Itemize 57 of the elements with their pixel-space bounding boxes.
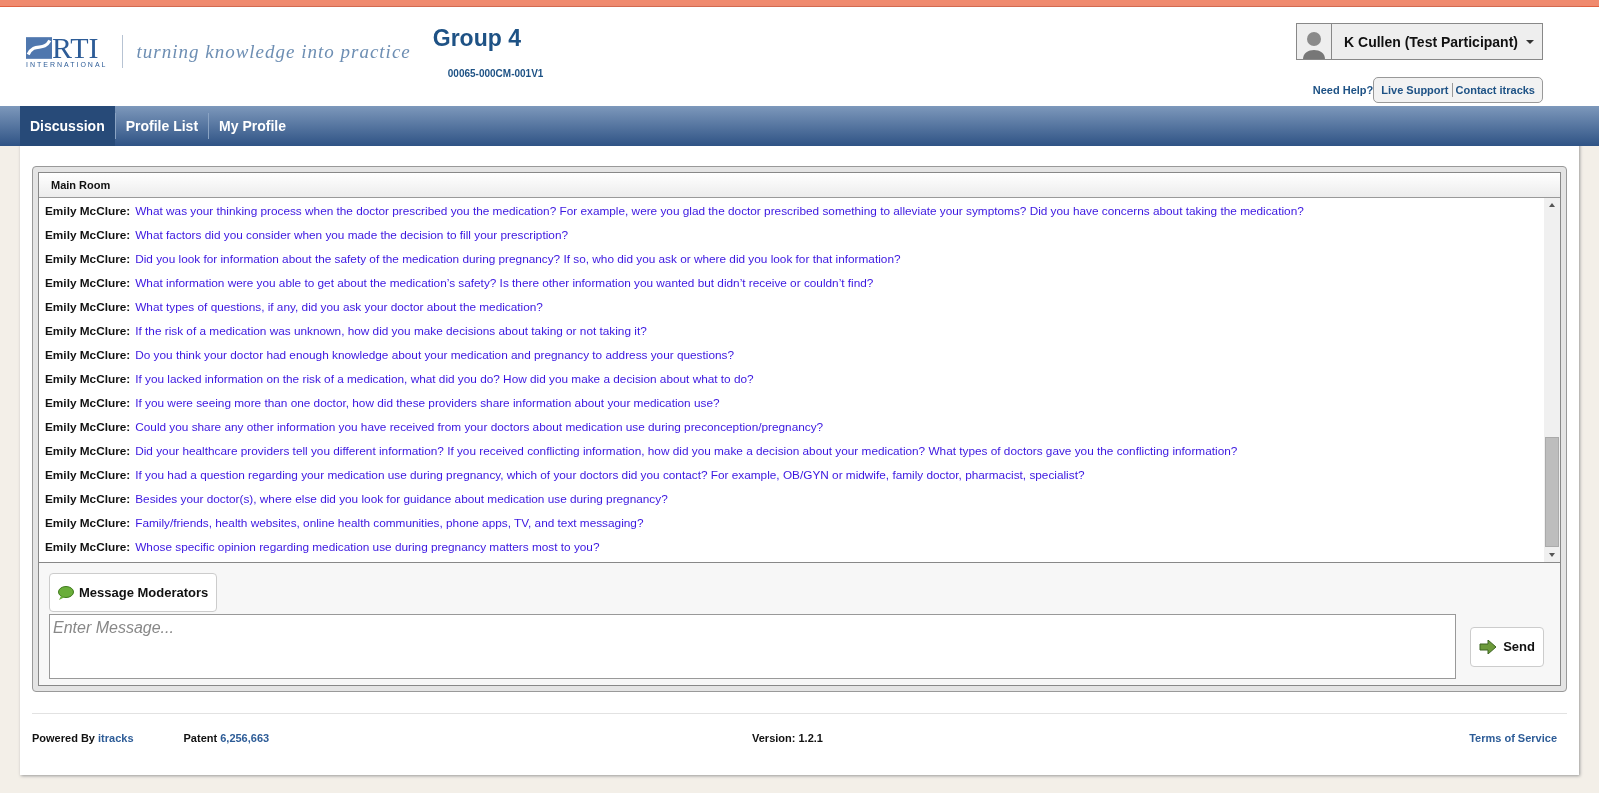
help-link[interactable]: Contact itracks (1452, 84, 1538, 96)
message-text: Do you think your doctor had enough knowledge about your medication and pregnancy to address your questions? (135, 348, 734, 362)
author-name: Emily McClure: (45, 252, 131, 266)
patent-number-link[interactable]: 6,256,663 (220, 732, 270, 744)
author-name: Emily McClure: (45, 444, 131, 458)
author-name: Emily McClure: (45, 372, 131, 386)
message-text: Did you look for information about the safety of the medication during pregnancy? If so, who did you ask or where did you look for that information? (135, 252, 901, 266)
project-code: 00065-000CM-001V1 (447, 68, 544, 79)
message-text: Could you share any other information you have received from your doctors about medication use during preconception/pregnancy? (135, 420, 824, 434)
message-moderators-button[interactable]: Message Moderators (49, 573, 218, 612)
author-name: Emily McClure: (45, 492, 131, 506)
scrollbar-thumb[interactable] (1545, 437, 1559, 547)
author-name: Emily McClure: (45, 204, 131, 218)
author-name: Emily McClure: (45, 540, 131, 554)
scrollbar[interactable] (1544, 198, 1560, 562)
message-text: If the risk of a medication was unknown, how did you make decisions about taking or not taking it? (135, 324, 647, 338)
help-link[interactable]: Live Support (1378, 84, 1452, 96)
author-name: Emily McClure: (45, 420, 131, 434)
author-name: Emily McClure: (45, 468, 131, 482)
message-field[interactable]: Enter Message... (49, 614, 1457, 679)
terms-of-service-link[interactable]: Terms of Service (1469, 732, 1557, 744)
message-text: Besides your doctor(s), where else did you look for guidance about medication use during pregnancy? (135, 492, 668, 506)
patent-text: Patent 6,256,663 (183, 732, 270, 744)
powered-by-text: Powered By itracks (32, 732, 134, 744)
author-name: Emily McClure: (45, 396, 131, 410)
itracks-link[interactable]: itracks (98, 732, 134, 744)
author-name: Emily McClure: (45, 300, 131, 314)
author-name: Emily McClure: (45, 276, 131, 290)
message-text: What factors did you consider when you made the decision to fill your prescription? (135, 228, 568, 242)
author-name: Emily McClure: (45, 228, 131, 242)
scroll-down-icon[interactable] (1549, 553, 1555, 557)
tagline: turning knowledge into practice (135, 40, 411, 63)
message-text: Did your healthcare providers tell you different information? If you received conflicting information, how did you make a decision about your medication? What types of doctors gave you the conflicting information? (135, 444, 1238, 458)
room-title: Main Room (39, 173, 1560, 198)
message-text: What types of questions, if any, did you ask your doctor about the medication? (135, 300, 543, 314)
author-name: Emily McClure: (45, 516, 131, 530)
version-text: Version: 1.2.1 (752, 732, 823, 744)
caret-icon (1526, 39, 1534, 44)
message-text: If you were seeing more than one doctor, how did these providers share information about your medication use? (135, 396, 720, 410)
author-name: Emily McClure: (45, 348, 131, 362)
message-text: Whose specific opinion regarding medication use during pregnancy matters most to you? (135, 540, 600, 554)
scroll-up-icon[interactable] (1549, 203, 1555, 207)
message-text: Family/friends, health websites, online health communities, phone apps, TV, and text messaging? (135, 516, 644, 530)
author-name: Emily McClure: (45, 324, 131, 338)
nav-tab[interactable]: Profile List (115, 106, 209, 146)
user-menu[interactable]: K Cullen (Test Participant) (1296, 23, 1543, 60)
need-help-label: Need Help? (1312, 84, 1374, 96)
group-title: Group 4 (432, 25, 522, 52)
send-button[interactable]: Send (1470, 626, 1544, 667)
message-text: If you lacked information on the risk of a medication, what did you do? How did you make a decision about what to do? (135, 372, 754, 386)
nav-tab[interactable]: My Profile (209, 106, 296, 146)
message-text: What information were you able to get about the medication’s safety? Is there other information you wanted but didn’t receive or couldn’t find? (135, 276, 874, 290)
speech-bubble-icon (58, 585, 74, 600)
nav-tab[interactable]: Discussion (20, 106, 115, 146)
arrow-icon (1479, 639, 1498, 654)
message-text: If you had a question regarding your medication use during pregnancy, which of your doctors did you contact? For example, OB/GYN or midwife, family doctor, pharmacist, specialist? (135, 468, 1085, 482)
message-text: What was your thinking process when the doctor prescribed you the medication? For example, were you glad the doctor prescribed something to alleviate your symptoms? Did you have concerns about taking the medication? (135, 204, 1304, 218)
